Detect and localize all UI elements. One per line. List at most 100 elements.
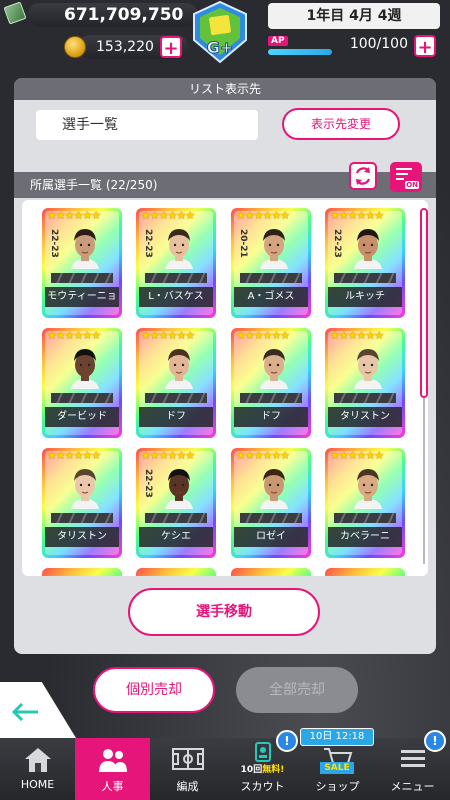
ap-value: 100/100 [349, 36, 408, 52]
player-stars: ★★★★★★ [236, 211, 290, 222]
menu-notify-badge: ! [424, 730, 446, 752]
player-portrait [354, 469, 382, 509]
player-card-partial[interactable] [42, 568, 122, 576]
arrow-left-icon [11, 702, 38, 722]
player-name: モウティーニョ [45, 287, 119, 307]
nav-home-label: HOME [20, 778, 55, 791]
home-icon [24, 748, 51, 772]
nav-personnel[interactable]: 人事 [75, 738, 150, 800]
top-status-bar: 671,709,750 153,220 + G+ 1年目 4月 4週 AP 10… [0, 0, 450, 64]
change-dest-button[interactable]: 表示先変更 [282, 108, 400, 140]
player-stars: ★★★★★★ [236, 331, 290, 342]
player-card-face: ★★★★★★ 22-23 ルキッチ [328, 211, 402, 315]
player-name: タリストン [45, 527, 119, 547]
player-portrait [354, 349, 382, 389]
player-portrait [165, 229, 193, 269]
add-coins-button[interactable]: + [160, 36, 182, 59]
player-card-face: ★★★★★★ カベラーニ [328, 451, 402, 555]
player-card[interactable]: ★★★★★★ タリストン [325, 328, 405, 438]
player-card-stripes [51, 513, 113, 523]
list-dest-row: 選手一覧 表示先変更 [14, 100, 436, 160]
scout-icon [254, 742, 271, 762]
player-card[interactable]: ★★★★★★ 22-23 ルキッチ [325, 208, 405, 318]
player-name: L・バスケス [139, 287, 213, 307]
coin-icon [64, 36, 86, 58]
nav-scout-label: スカウト [240, 780, 285, 793]
player-card[interactable]: ★★★★★★ 22-23 モウティーニョ [42, 208, 122, 318]
player-card-stripes [334, 513, 396, 523]
swap-order-button[interactable] [349, 162, 377, 190]
sale-tag: SALE [320, 762, 354, 774]
player-card-face: ★★★★★★ 20-21 A・ゴメス [234, 211, 308, 315]
rank-label: G+ [207, 38, 234, 57]
player-season: 22-23 [49, 229, 59, 258]
player-card-stripes [145, 513, 207, 523]
player-portrait [260, 229, 288, 269]
player-stars: ★★★★★★ [330, 331, 384, 342]
player-card-partial[interactable] [325, 568, 405, 576]
scrollbar-thumb[interactable] [420, 208, 428, 398]
ap-label: AP [268, 36, 288, 46]
player-card[interactable]: ★★★★★★ カベラーニ [325, 448, 405, 558]
player-name: A・ゴメス [234, 287, 308, 307]
add-ap-button[interactable]: + [414, 35, 436, 58]
move-player-button[interactable]: 選手移動 [128, 588, 320, 636]
filter-button[interactable]: ON [390, 162, 422, 192]
club-crest-icon: G+ [193, 0, 247, 64]
player-card-stripes [51, 393, 113, 403]
player-card-face: ★★★★★★ 22-23 モウティーニョ [45, 211, 119, 315]
player-stars: ★★★★★★ [47, 331, 101, 342]
coin-value: 153,220 [96, 39, 154, 55]
player-card[interactable]: ★★★★★★ ドフ [231, 328, 311, 438]
player-card-stripes [334, 273, 396, 283]
nav-menu-label: メニュー [390, 780, 435, 793]
nav-home[interactable]: HOME [0, 738, 75, 800]
sell-all-button[interactable]: 全部売却 [236, 667, 358, 713]
player-stars: ★★★★★★ [141, 331, 195, 342]
player-stars: ★★★★★★ [47, 211, 101, 222]
player-card-face: ★★★★★★ ロゼイ [234, 451, 308, 555]
scout-notify-badge: ! [276, 730, 298, 752]
player-card-face: ★★★★★★ タリストン [328, 331, 402, 435]
player-portrait [71, 229, 99, 269]
player-portrait [260, 349, 288, 389]
player-name: ドフ [139, 407, 213, 427]
people-icon [98, 749, 127, 772]
list-dest-header: リスト表示先 [14, 78, 436, 100]
player-card[interactable]: ★★★★★★ ドフ [136, 328, 216, 438]
shop-timer-badge: 10日 12:18 [300, 728, 374, 746]
player-grid: ★★★★★★ 22-23 モウティーニョ ★★★★★★ 22-23 L・バスケス ★★★★★… [22, 200, 428, 576]
sell-single-button[interactable]: 個別売却 [93, 667, 215, 713]
pitch-icon [171, 748, 204, 770]
player-card-face: ★★★★★★ ダービッド [45, 331, 119, 435]
ap-fill [268, 49, 332, 55]
player-card-stripes [334, 393, 396, 403]
ap-bar [268, 49, 332, 55]
season-date: 1年目 4月 4週 [268, 3, 440, 29]
player-card-stripes [240, 273, 302, 283]
scout-promo: 10回無料! [225, 762, 300, 775]
player-stars: ★★★★★★ [141, 451, 195, 462]
player-card[interactable]: ★★★★★★ 20-21 A・ゴメス [231, 208, 311, 318]
nav-formation[interactable]: 編成 [150, 738, 225, 800]
player-name: ケシエ [139, 527, 213, 547]
player-card-stripes [240, 393, 302, 403]
player-card[interactable]: ★★★★★★ ロゼイ [231, 448, 311, 558]
player-card[interactable]: ★★★★★★ 22-23 ケシエ [136, 448, 216, 558]
player-stars: ★★★★★★ [141, 211, 195, 222]
player-name: タリストン [328, 407, 402, 427]
player-card-partial[interactable] [136, 568, 216, 576]
player-card-partial[interactable] [231, 568, 311, 576]
player-card-face: ★★★★★★ ドフ [139, 331, 213, 435]
player-season: 22-23 [143, 469, 153, 498]
player-season: 22-23 [332, 229, 342, 258]
player-name: ドフ [234, 407, 308, 427]
player-card[interactable]: ★★★★★★ 22-23 L・バスケス [136, 208, 216, 318]
list-dest-field: 選手一覧 [36, 110, 258, 140]
player-card[interactable]: ★★★★★★ ダービッド [42, 328, 122, 438]
player-card[interactable]: ★★★★★★ タリストン [42, 448, 122, 558]
player-stars: ★★★★★★ [330, 211, 384, 222]
player-portrait [165, 349, 193, 389]
player-name: カベラーニ [328, 527, 402, 547]
scout-promo-count: 10回 [240, 765, 263, 775]
